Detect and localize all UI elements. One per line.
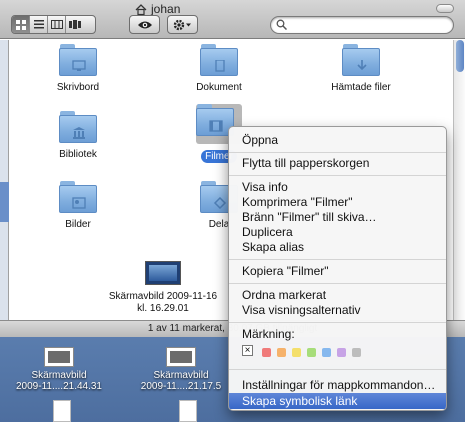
quick-look-button[interactable] — [129, 15, 160, 34]
folder-item-bilder[interactable]: Bilder — [33, 181, 123, 230]
desktop-file[interactable]: Skärmavbild 2009-11....21.17.5 — [136, 347, 226, 392]
document-icon[interactable] — [53, 400, 71, 422]
toolbar: johan — [0, 0, 465, 39]
list-view-icon — [33, 20, 44, 29]
label-color-purple[interactable] — [337, 348, 346, 357]
window-title: johan — [135, 2, 180, 16]
folder-item-dokument[interactable]: Dokument — [174, 44, 264, 93]
file-time: kl. 16.29.01 — [137, 303, 189, 314]
folder-item-hamtade-filer[interactable]: Hämtade filer — [316, 44, 406, 93]
folder-label: Skrivbord — [56, 82, 100, 93]
desktop-file-name: Skärmavbild — [31, 370, 87, 381]
label-color-yellow[interactable] — [292, 348, 301, 357]
vertical-scrollbar[interactable] — [453, 40, 465, 320]
menu-item-duplicate[interactable]: Duplicera — [229, 224, 446, 240]
eye-icon — [137, 21, 152, 28]
menu-item-make-symbolic-link[interactable]: Skapa symbolisk länk — [229, 393, 446, 409]
column-view-icon — [50, 20, 63, 29]
menu-item-get-info[interactable]: Visa info — [229, 179, 446, 195]
sidebar-selected-item[interactable] — [0, 182, 9, 222]
coverflow-view-icon — [69, 20, 81, 29]
label-color-gray[interactable] — [352, 348, 361, 357]
menu-separator — [229, 283, 446, 284]
folder-item-skrivbord[interactable]: Skrivbord — [33, 44, 123, 93]
menu-separator — [229, 175, 446, 176]
column-view-button[interactable] — [48, 16, 66, 33]
desktop-folder-icon — [59, 44, 97, 76]
view-mode-switcher — [11, 15, 96, 34]
file-item-screenshot[interactable]: Skärmavbild 2009-11-16 kl. 16.29.01 — [108, 261, 218, 314]
sidebar[interactable] — [0, 40, 9, 320]
document-icon[interactable] — [179, 400, 197, 422]
menu-separator — [229, 322, 446, 323]
icon-view-icon — [15, 19, 26, 30]
menu-item-open[interactable]: Öppna — [229, 132, 446, 148]
menu-item-copy[interactable]: Kopiera "Filmer" — [229, 263, 446, 279]
pictures-folder-icon — [59, 181, 97, 213]
label-none-button[interactable]: × — [242, 345, 253, 356]
menu-item-move-to-trash[interactable]: Flytta till papperskorgen — [229, 155, 446, 171]
list-view-button[interactable] — [30, 16, 48, 33]
folder-label: Bibliotek — [59, 149, 97, 160]
screenshot-thumbnail-icon — [166, 347, 196, 367]
menu-separator — [229, 259, 446, 260]
downloads-folder-icon — [342, 44, 380, 76]
desktop-file-name: Skärmavbild — [153, 370, 209, 381]
menu-item-make-alias[interactable]: Skapa alias — [229, 239, 446, 255]
library-folder-icon — [59, 111, 97, 143]
screenshot-thumbnail-icon — [44, 347, 74, 367]
context-menu: Öppna Flytta till papperskorgen Visa inf… — [228, 126, 447, 411]
menu-item-show-view-options[interactable]: Visa visningsalternativ — [229, 302, 446, 318]
label-color-red[interactable] — [262, 348, 271, 357]
file-name: Skärmavbild 2009-11-16 — [108, 291, 218, 302]
menu-item-folder-actions-setup[interactable]: Inställningar för mappkommandon… — [229, 377, 446, 393]
toolbar-toggle-button[interactable] — [436, 4, 454, 13]
screenshot-thumbnail-icon — [145, 261, 181, 285]
label-color-blue[interactable] — [322, 348, 331, 357]
coverflow-view-button[interactable] — [66, 16, 84, 33]
gear-icon — [173, 19, 191, 30]
label-color-orange[interactable] — [277, 348, 286, 357]
menu-separator — [229, 152, 446, 153]
scrollbar-thumb[interactable] — [456, 40, 464, 72]
icon-view-button[interactable] — [12, 16, 30, 33]
menu-separator — [229, 369, 446, 370]
search-field[interactable] — [270, 16, 454, 34]
home-icon — [135, 3, 147, 15]
desktop-file-date: 2009-11....21.17.5 — [140, 381, 222, 392]
folder-label: Bilder — [65, 219, 91, 230]
menu-item-clean-up-selection[interactable]: Ordna markerat — [229, 287, 446, 303]
folder-label: Dokument — [196, 82, 242, 93]
menu-item-compress[interactable]: Komprimera "Filmer" — [229, 194, 446, 210]
folder-label: Hämtade filer — [331, 82, 391, 93]
action-menu-button[interactable] — [167, 15, 198, 34]
folder-item-bibliotek[interactable]: Bibliotek — [33, 111, 123, 160]
window-title-text: johan — [151, 2, 181, 16]
label-heading: Märkning: — [242, 327, 295, 341]
documents-folder-icon — [200, 44, 238, 76]
search-icon — [276, 19, 287, 30]
search-input[interactable] — [289, 18, 449, 32]
menu-item-burn[interactable]: Bränn "Filmer" till skiva… — [229, 209, 446, 225]
label-color-green[interactable] — [307, 348, 316, 357]
desktop-file-date: 2009-11....21.44.31 — [16, 381, 102, 392]
desktop-file[interactable]: Skärmavbild 2009-11....21.44.31 — [14, 347, 104, 392]
